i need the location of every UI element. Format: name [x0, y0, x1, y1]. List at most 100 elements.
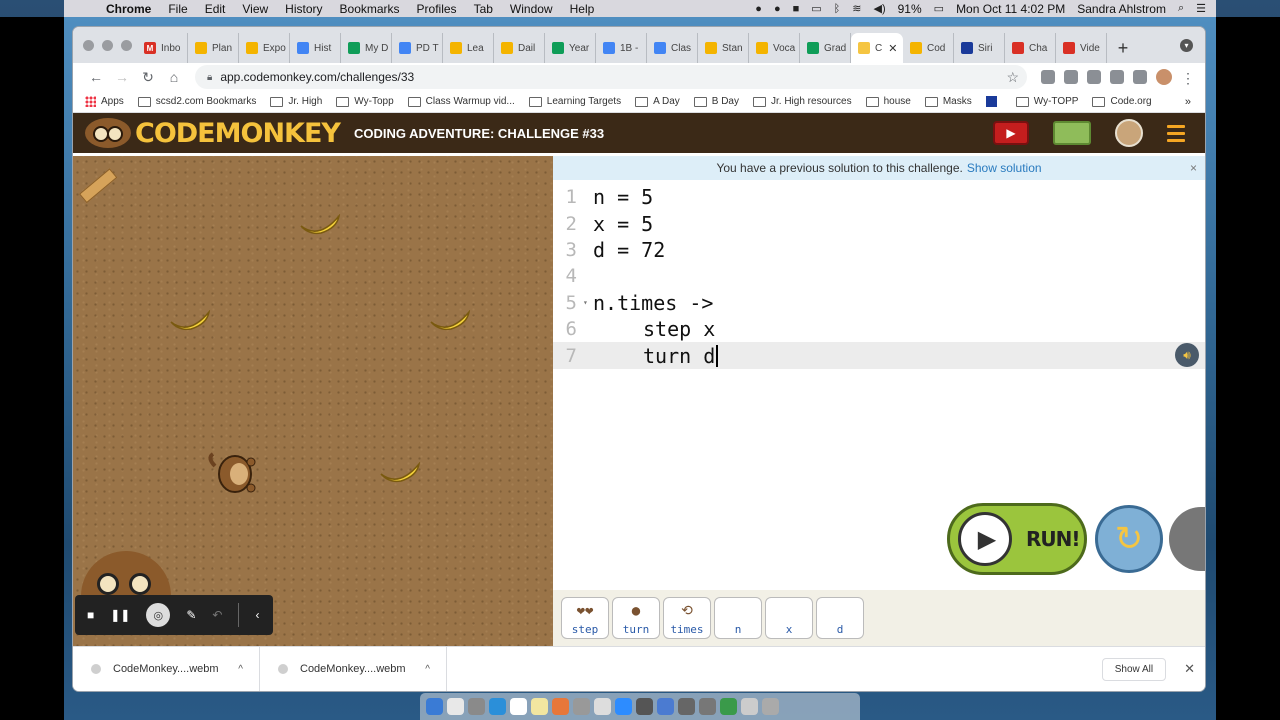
menu-window[interactable]: Window	[510, 2, 553, 16]
download-filename[interactable]: CodeMonkey....webm	[300, 663, 406, 675]
trash-icon[interactable]	[762, 698, 779, 715]
map-icon[interactable]	[1053, 121, 1091, 145]
code-text[interactable]: n.times ->	[593, 291, 713, 315]
home-icon[interactable]: ⌂	[161, 69, 187, 85]
menu-profiles[interactable]: Profiles	[417, 2, 457, 16]
close-icon[interactable]: ✕	[1184, 661, 1195, 677]
safari-icon[interactable]	[489, 698, 506, 715]
palette-turn-button[interactable]: ● turn	[612, 597, 660, 639]
search-icon[interactable]: ⌕	[1178, 2, 1184, 15]
codemonkey-logo[interactable]: CODEMONKEY	[85, 118, 341, 149]
collapse-icon[interactable]: ‹	[255, 608, 259, 622]
chevron-up-icon[interactable]: ^	[238, 664, 243, 675]
forward-icon[interactable]: →	[109, 69, 135, 85]
menu-help[interactable]: Help	[570, 2, 595, 16]
code-line[interactable]: 4	[553, 263, 1205, 289]
palette-n-button[interactable]: n	[714, 597, 762, 639]
reload-icon[interactable]: ↻	[135, 69, 161, 86]
app-icon[interactable]	[720, 698, 737, 715]
app-icon[interactable]	[678, 698, 695, 715]
minimize-window-button[interactable]	[102, 40, 113, 51]
browser-tab[interactable]: Dail	[494, 33, 545, 63]
new-tab-button[interactable]: +	[1107, 33, 1139, 63]
wifi-icon[interactable]: ≋	[852, 2, 861, 15]
bookmark-item[interactable]: Wy-Topp	[336, 96, 394, 107]
palette-d-button[interactable]: d	[816, 597, 864, 639]
battery-percent[interactable]: 91%	[898, 2, 922, 16]
code-line[interactable]: 3 d = 72	[553, 237, 1205, 263]
calendar-icon[interactable]	[510, 698, 527, 715]
browser-tab[interactable]: Siri	[954, 33, 1005, 63]
video-play-button[interactable]: ▶	[993, 121, 1029, 145]
pen-icon[interactable]: ✎	[186, 608, 196, 622]
fold-arrow-icon[interactable]: ▾	[583, 298, 593, 307]
clock[interactable]: Mon Oct 11 4:02 PM	[956, 2, 1065, 16]
palette-times-button[interactable]: ⟲ times	[663, 597, 711, 639]
code-text[interactable]: n = 5	[593, 185, 653, 209]
photos-icon[interactable]	[552, 698, 569, 715]
notes-icon[interactable]	[531, 698, 548, 715]
tab-active[interactable]: C ✕	[851, 33, 903, 63]
browser-tab[interactable]: Stan	[698, 33, 749, 63]
chrome-icon[interactable]	[447, 698, 464, 715]
code-line[interactable]: 6 step x	[553, 316, 1205, 342]
bookmark-item[interactable]: Apps	[85, 96, 124, 107]
app-icon[interactable]	[699, 698, 716, 715]
system-preferences-icon[interactable]	[573, 698, 590, 715]
launchpad-icon[interactable]	[468, 698, 485, 715]
user-avatar[interactable]	[1115, 119, 1143, 147]
code-line-active[interactable]: 7 turn d 🔊︎	[553, 342, 1205, 369]
show-all-button[interactable]: Show All	[1101, 657, 1167, 681]
browser-tab[interactable]: Hist	[290, 33, 341, 63]
show-solution-link[interactable]: Show solution	[967, 161, 1042, 175]
cursor-highlight-icon[interactable]: ◎	[146, 603, 171, 627]
browser-tab[interactable]: Vide	[1056, 33, 1107, 63]
close-tab-icon[interactable]: ✕	[888, 42, 897, 55]
app-icon[interactable]	[741, 698, 758, 715]
microphone-icon[interactable]: ●	[755, 3, 762, 15]
zoom-app-icon[interactable]	[615, 698, 632, 715]
browser-tab[interactable]: Cod	[903, 33, 954, 63]
status-app-icon[interactable]: ●	[774, 3, 781, 15]
browser-tab[interactable]: Grad	[800, 33, 851, 63]
screenshot-extension-icon[interactable]	[1064, 70, 1078, 84]
zoom-icon[interactable]: ■	[793, 3, 800, 15]
bookmark-item[interactable]: Jr. High resources	[753, 96, 852, 107]
browser-tab[interactable]: Cha	[1005, 33, 1056, 63]
tab-search-icon[interactable]: ▾	[1180, 39, 1193, 52]
chevron-up-icon[interactable]: ^	[425, 664, 430, 675]
code-text[interactable]: step x	[593, 317, 715, 341]
bookmark-item[interactable]: A Day	[635, 96, 680, 107]
code-line[interactable]: 2 x = 5	[553, 210, 1205, 236]
bookmark-item[interactable]: Wy-TOPP	[1015, 96, 1078, 107]
menu-file[interactable]: File	[168, 2, 187, 16]
bookmark-item[interactable]: B Day	[693, 96, 739, 107]
user-name[interactable]: Sandra Ahlstrom	[1077, 2, 1166, 16]
undo-icon[interactable]: ↶	[212, 608, 222, 622]
browser-tab[interactable]: M Inbo	[137, 33, 188, 63]
bookmarks-overflow-button[interactable]: »	[1185, 96, 1191, 108]
bookmark-item[interactable]: Class Warmup vid...	[407, 96, 515, 107]
puzzle-icon[interactable]	[1133, 70, 1147, 84]
code-line[interactable]: 1 n = 5	[553, 184, 1205, 210]
zoom-window-button[interactable]	[121, 40, 132, 51]
bluetooth-icon[interactable]: ᛒ	[834, 3, 841, 15]
browser-tab[interactable]: Plan	[188, 33, 239, 63]
volume-icon[interactable]: ◀)	[874, 2, 886, 15]
bookmark-item[interactable]: Masks	[924, 96, 972, 107]
extension-icon[interactable]	[1110, 70, 1124, 84]
hamburger-menu-icon[interactable]	[1167, 124, 1185, 142]
menu-app-name[interactable]: Chrome	[106, 2, 151, 16]
bookmark-item[interactable]: Code.org	[1092, 96, 1152, 107]
pause-icon[interactable]: ❚❚	[110, 608, 130, 622]
browser-tab[interactable]: Expo	[239, 33, 290, 63]
extension-icon[interactable]	[1041, 70, 1055, 84]
app-icon[interactable]	[594, 698, 611, 715]
menu-bookmarks[interactable]: Bookmarks	[340, 2, 400, 16]
browser-tab[interactable]: 1B -	[596, 33, 647, 63]
palette-x-button[interactable]: x	[765, 597, 813, 639]
more-menu-icon[interactable]: ⋮	[1181, 70, 1195, 86]
bookmark-item[interactable]: Learning Targets	[528, 96, 621, 107]
bookmark-star-icon[interactable]: ☆	[1006, 69, 1019, 86]
menu-history[interactable]: History	[285, 2, 322, 16]
